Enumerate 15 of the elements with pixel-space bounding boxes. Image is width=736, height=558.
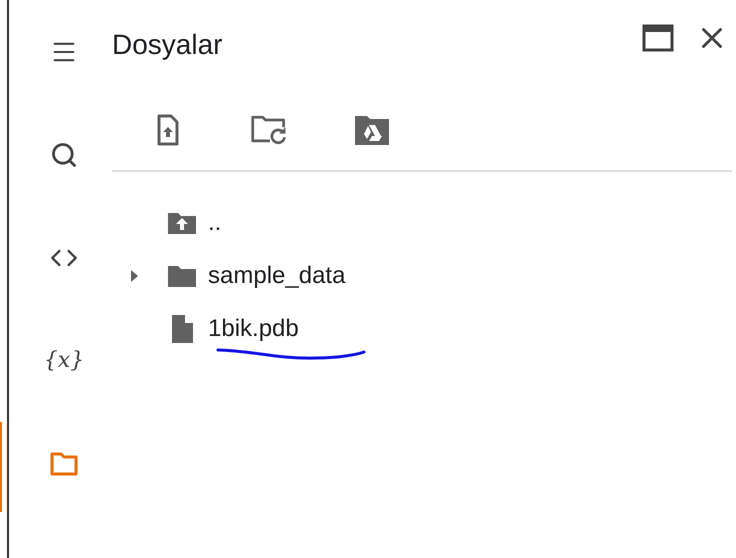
folder-up-icon: [167, 210, 197, 234]
expand-arrow-icon[interactable]: [129, 268, 139, 282]
file-name[interactable]: ..: [208, 208, 222, 236]
sidebar-tab[interactable]: {x}: [42, 338, 86, 382]
file-icon: [170, 314, 194, 344]
drive-folder-icon: [354, 114, 390, 146]
file-name[interactable]: 1bik.pdb: [208, 314, 299, 342]
folder-icon: [49, 450, 79, 476]
panel-title: Dosyalar: [112, 28, 222, 62]
folder-icon: [167, 264, 197, 288]
maximize-icon: [642, 24, 674, 52]
file-upload-icon: [156, 114, 180, 146]
search-icon: [50, 140, 78, 168]
file-name[interactable]: sample_data: [208, 262, 346, 288]
variables-label: {x}: [44, 347, 84, 375]
